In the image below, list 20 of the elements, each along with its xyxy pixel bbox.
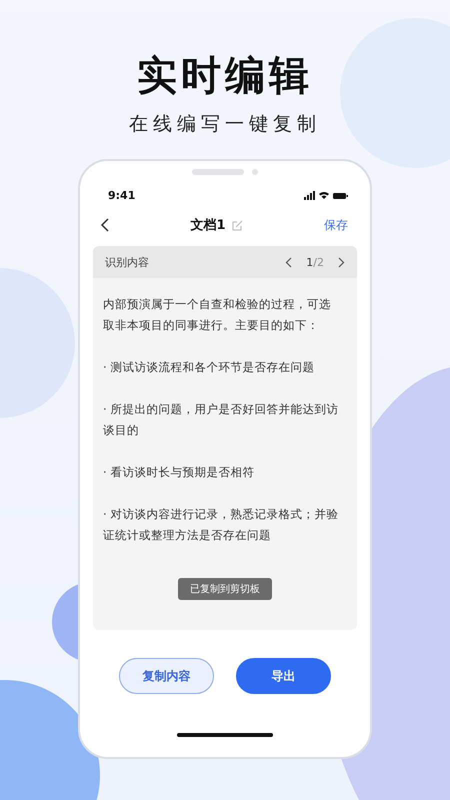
copy-button[interactable]: 复制内容 <box>119 658 214 694</box>
subtitle: 在线编写一键复制 <box>129 112 321 137</box>
back-icon[interactable] <box>100 218 109 232</box>
content-paragraph: · 看访谈时长与预期是否相符 <box>103 464 256 481</box>
copied-toast: 已复制到剪切板 <box>178 578 272 600</box>
status-time: 9:41 <box>108 189 136 202</box>
next-icon[interactable] <box>338 256 345 268</box>
previous-icon[interactable] <box>285 256 292 268</box>
save-link[interactable]: 保存 <box>324 216 348 234</box>
page-current: 1 <box>306 256 314 268</box>
status-icons-icon <box>304 191 348 200</box>
document-title: 文档1 <box>190 216 226 234</box>
content-paragraph: · 对访谈内容进行记录，熟悉记录格式；并验证统计或整理方法是否存在问题 <box>103 506 340 544</box>
headline: 实时编辑 <box>137 52 313 101</box>
card-label: 识别内容 <box>105 254 149 270</box>
content-paragraph: 内部预演属于一个自查和检验的过程，可选取非本项目的同事进行。主要目的如下： <box>103 296 332 334</box>
content-paragraph: · 测试访谈流程和各个环节是否存在问题 <box>103 359 316 376</box>
export-button[interactable]: 导出 <box>236 658 331 694</box>
content-paragraph: · 所提出的问题，用户是否好回答并能达到访谈目的 <box>103 401 340 439</box>
page-total: /2 <box>313 256 324 268</box>
